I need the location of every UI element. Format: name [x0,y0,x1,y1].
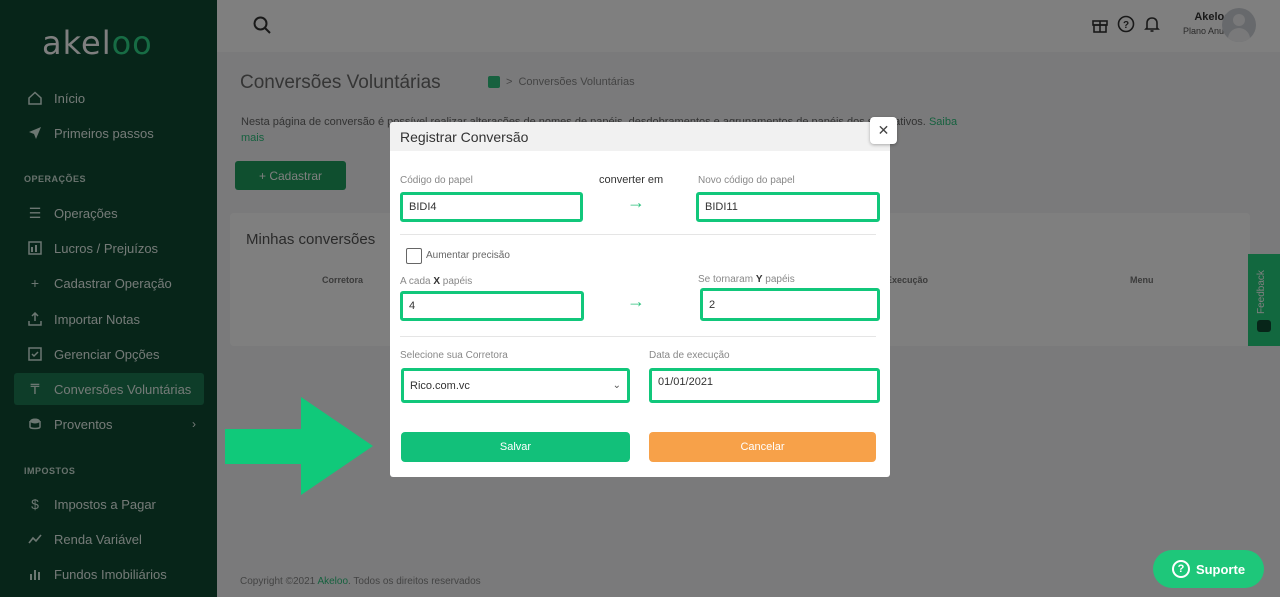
y-papeis-input[interactable]: 2 [700,288,880,321]
x-papeis-input[interactable]: 4 [400,291,584,321]
chevron-down-icon: ⌄ [612,380,621,391]
help-icon: ? [1171,560,1190,578]
data-execucao-input[interactable]: 01/01/2021 [649,368,880,403]
convert-label: converter em [599,174,664,186]
close-modal-button[interactable]: ✕ [870,117,897,144]
arrow-right-icon: → [627,192,645,212]
cancel-button[interactable]: Cancelar [649,432,876,462]
close-icon: ✕ [877,122,890,138]
pointer-arrow-icon [225,397,373,495]
register-conversion-modal: Registrar Conversão Código do papel BIDI… [390,122,890,477]
codigo-input[interactable]: BIDI4 [400,192,583,222]
save-button[interactable]: Salvar [401,432,630,462]
aumentar-precisao-label: Aumentar precisão [426,250,510,261]
data-execucao-label: Data de execução [649,350,730,361]
support-label: Suporte [1195,561,1246,577]
novo-codigo-input[interactable]: BIDI11 [696,192,880,222]
cada-x-label: A cada X papéis [400,276,473,287]
arrow-right-icon: → [627,291,645,311]
aumentar-precisao-checkbox[interactable] [406,248,422,264]
support-button[interactable]: ? Suporte [1153,550,1264,588]
corretora-label: Selecione sua Corretora [400,350,508,361]
se-tornaram-label: Se tornaram Y papéis [698,274,795,285]
modal-header: Registrar Conversão [390,122,890,151]
corretora-select[interactable]: Rico.com.vc ⌄ [401,368,630,403]
modal-title: Registrar Conversão [400,129,529,145]
codigo-label: Código do papel [400,175,473,186]
novo-codigo-label: Novo código do papel [698,175,795,186]
divider [400,234,876,235]
divider [400,336,876,337]
